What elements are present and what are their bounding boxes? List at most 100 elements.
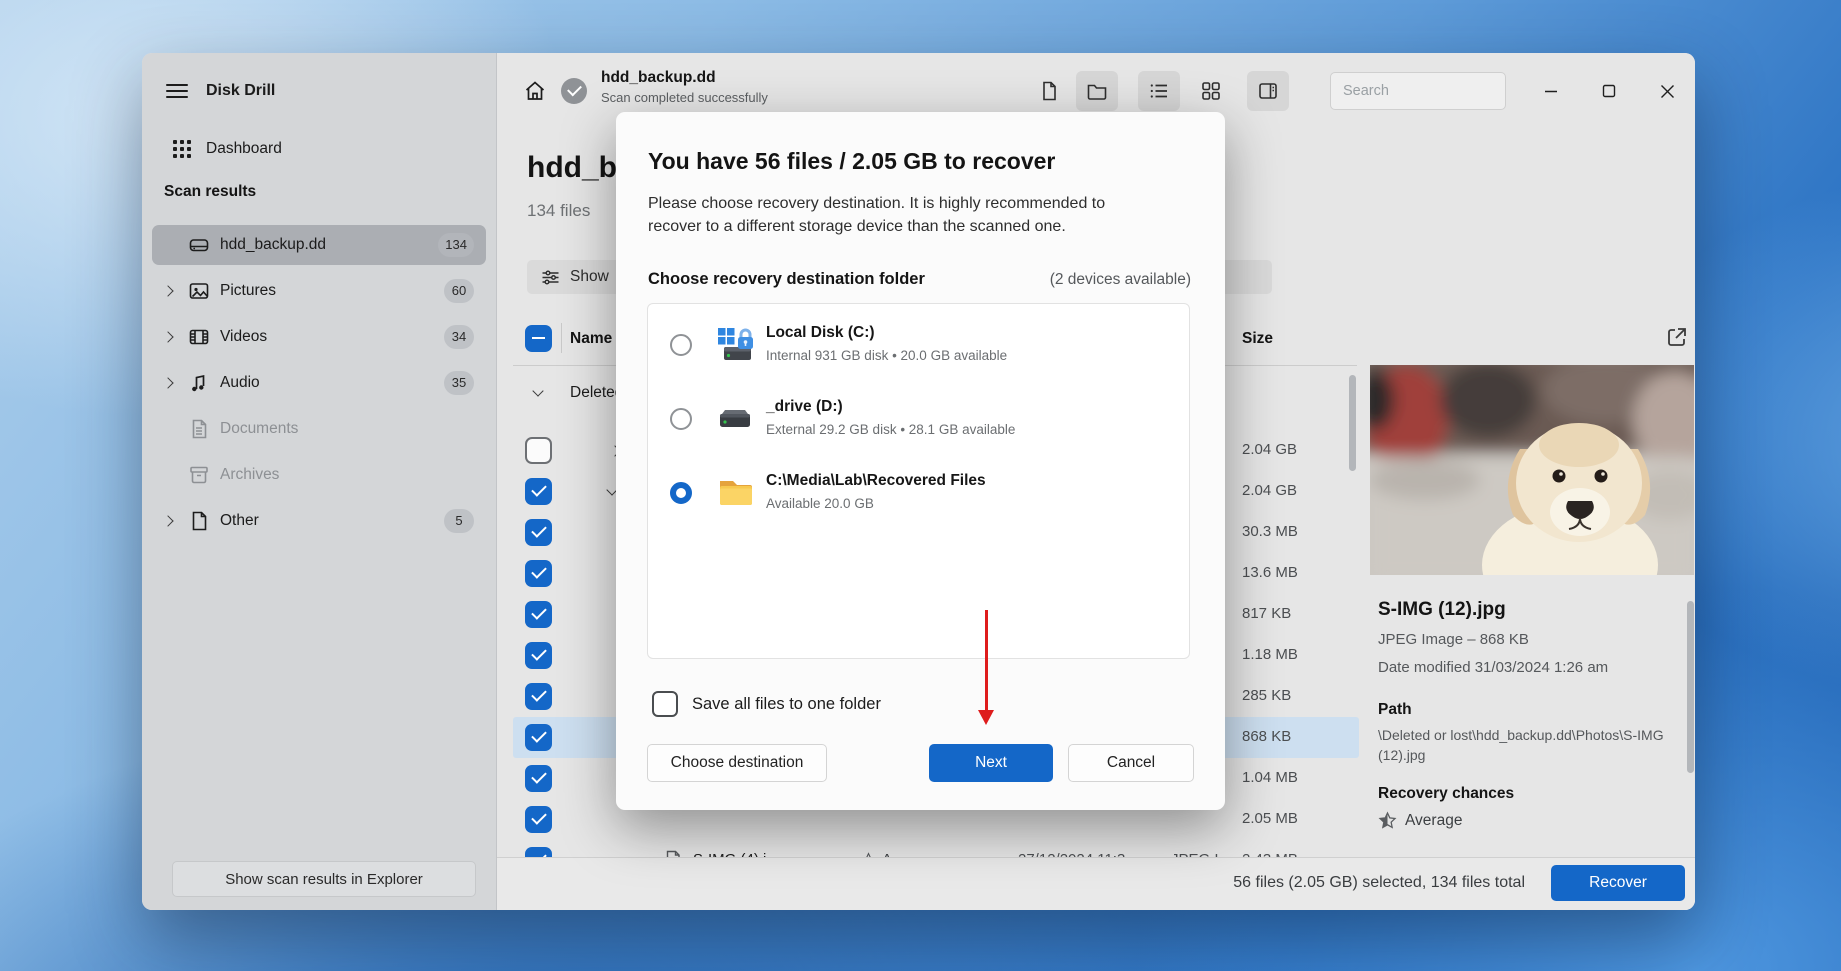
scan-complete-check-icon	[561, 78, 587, 104]
row-checkbox[interactable]	[525, 437, 552, 464]
row-checkbox[interactable]	[525, 642, 552, 669]
device-name: C:\Media\Lab\Recovered Files	[766, 472, 986, 490]
dialog-title: You have 56 files / 2.05 GB to recover	[648, 148, 1055, 175]
row-checkbox[interactable]	[525, 724, 552, 751]
device-option-local-disk-c[interactable]: Local Disk (C:) Internal 931 GB disk • 2…	[648, 308, 1189, 382]
row-checkbox[interactable]	[525, 683, 552, 710]
show-scan-results-in-explorer-button[interactable]: Show scan results in Explorer	[172, 861, 476, 897]
file-icon	[188, 510, 210, 532]
select-all-checkbox[interactable]	[525, 325, 552, 352]
dashboard-label: Dashboard	[206, 140, 282, 158]
file-view-button[interactable]	[1028, 71, 1070, 111]
show-filter-button[interactable]: Show	[527, 260, 623, 294]
destination-section-label: Choose recovery destination folder	[648, 270, 925, 289]
dialog-description: Please choose recovery destination. It i…	[648, 192, 1158, 238]
file-size: 285 KB	[1242, 687, 1291, 704]
chevron-down-icon[interactable]	[533, 388, 543, 398]
sidebar-item-label: Pictures	[220, 282, 276, 300]
open-preview-button[interactable]	[1665, 325, 1689, 349]
preview-panel-toggle-button[interactable]	[1247, 71, 1289, 111]
row-checkbox[interactable]	[525, 560, 552, 587]
recover-button[interactable]: Recover	[1551, 865, 1685, 901]
sidebar-item-archives[interactable]: Archives	[152, 455, 486, 495]
header-divider	[561, 323, 562, 353]
device-name: Local Disk (C:)	[766, 324, 875, 342]
recovery-chances-value: Average	[1405, 812, 1462, 830]
file-count-badge: 34	[444, 325, 474, 349]
radio-button[interactable]	[670, 408, 692, 430]
scan-results-section-label: Scan results	[164, 183, 256, 201]
sidebar-item-label: hdd_backup.dd	[220, 236, 326, 254]
annotation-arrow-line	[985, 610, 988, 712]
home-button[interactable]	[519, 75, 551, 107]
sidebar-header: Disk Drill	[142, 73, 496, 109]
choose-destination-button[interactable]: Choose destination	[647, 744, 827, 782]
row-checkbox[interactable]	[525, 806, 552, 833]
size-column-header[interactable]: Size	[1242, 330, 1273, 348]
close-icon	[1660, 84, 1675, 99]
row-checkbox[interactable]	[525, 519, 552, 546]
chevron-right-icon[interactable]	[164, 378, 174, 388]
filter-sliders-icon	[541, 268, 560, 287]
file-count-badge: 134	[438, 233, 474, 257]
grid-view-button[interactable]	[1190, 71, 1232, 111]
sidebar-item-label: Other	[220, 512, 259, 530]
sidebar-item-documents[interactable]: Documents	[152, 409, 486, 449]
file-size: 2.05 MB	[1242, 810, 1298, 827]
radio-button[interactable]	[670, 334, 692, 356]
app-window: Disk Drill Dashboard Scan results hdd_ba…	[142, 53, 1695, 910]
scan-title: hdd_backup.dd	[601, 69, 768, 87]
sidebar-nav: hdd_backup.dd 134 Pictures 60 Videos 34	[142, 225, 496, 547]
list-view-button[interactable]	[1138, 71, 1180, 111]
annotation-arrow-head	[978, 710, 994, 725]
half-star-icon	[1378, 811, 1397, 830]
close-button[interactable]	[1645, 71, 1689, 111]
cancel-button[interactable]: Cancel	[1068, 744, 1194, 782]
next-button[interactable]: Next	[929, 744, 1053, 782]
page-subtitle: 134 files	[527, 201, 590, 221]
preview-image[interactable]	[1370, 365, 1694, 575]
sidebar-item-videos[interactable]: Videos 34	[152, 317, 486, 357]
list-view-icon	[1148, 80, 1170, 102]
audio-icon	[188, 372, 210, 394]
file-size: 30.3 MB	[1242, 523, 1298, 540]
external-link-icon	[1665, 325, 1689, 349]
save-to-one-folder-checkbox[interactable]	[652, 691, 678, 717]
chevron-right-icon[interactable]	[164, 286, 174, 296]
sidebar-item-dashboard[interactable]: Dashboard	[142, 131, 496, 167]
hamburger-menu-icon[interactable]	[166, 80, 188, 102]
preview-panel-icon	[1257, 80, 1279, 102]
device-option-drive-d[interactable]: _drive (D:) External 29.2 GB disk • 28.1…	[648, 382, 1189, 456]
sidebar-item-audio[interactable]: Audio 35	[152, 363, 486, 403]
sidebar-item-other[interactable]: Other 5	[152, 501, 486, 541]
chevron-right-icon[interactable]	[164, 332, 174, 342]
preview-scrollbar[interactable]	[1687, 601, 1694, 773]
sidebar-item-hdd-backup[interactable]: hdd_backup.dd 134	[152, 225, 486, 265]
file-list-scrollbar[interactable]	[1349, 375, 1356, 471]
folder-view-button[interactable]	[1076, 71, 1118, 111]
status-bar: 56 files (2.05 GB) selected, 134 files t…	[497, 857, 1695, 910]
search-input[interactable]	[1331, 83, 1536, 99]
save-to-one-folder-label: Save all files to one folder	[692, 695, 881, 714]
devices-available-text: (2 devices available)	[1050, 271, 1191, 289]
device-details: Available 20.0 GB	[766, 496, 874, 511]
sidebar-item-pictures[interactable]: Pictures 60	[152, 271, 486, 311]
row-checkbox[interactable]	[525, 765, 552, 792]
device-option-recovered-files-folder[interactable]: C:\Media\Lab\Recovered Files Available 2…	[648, 456, 1189, 530]
drive-icon	[188, 234, 210, 256]
maximize-button[interactable]	[1587, 71, 1631, 111]
file-view-icon	[1038, 80, 1060, 102]
radio-button-selected[interactable]	[670, 482, 692, 504]
row-checkbox[interactable]	[525, 478, 552, 505]
save-to-one-folder-option[interactable]: Save all files to one folder	[652, 691, 881, 717]
path-label: Path	[1378, 701, 1412, 719]
sidebar: Disk Drill Dashboard Scan results hdd_ba…	[142, 53, 497, 910]
file-count-badge: 60	[444, 279, 474, 303]
file-size: 2.04 GB	[1242, 441, 1297, 458]
preview-date-modified: Date modified 31/03/2024 1:26 am	[1378, 659, 1608, 676]
path-value: \Deleted or lost\hdd_backup.dd\Photos\S-…	[1378, 725, 1678, 766]
row-checkbox[interactable]	[525, 601, 552, 628]
minimize-button[interactable]	[1529, 71, 1573, 111]
name-column-header[interactable]: Name	[570, 330, 612, 348]
chevron-right-icon[interactable]	[164, 516, 174, 526]
